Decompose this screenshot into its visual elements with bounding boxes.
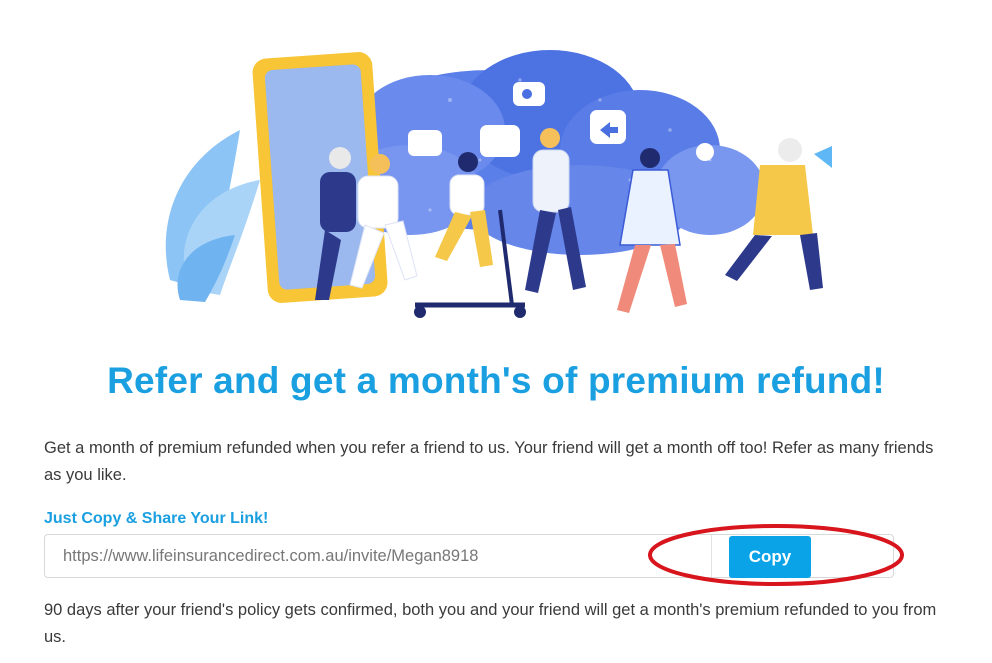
leaves-decoration — [165, 130, 260, 302]
referral-description: Get a month of premium refunded when you… — [44, 439, 934, 484]
page-title: Refer and get a month's of premium refun… — [107, 360, 885, 401]
copy-button[interactable]: Copy — [729, 536, 811, 578]
refund-note: 90 days after your friend's policy gets … — [44, 601, 937, 646]
invite-link-group: Copy — [44, 534, 894, 578]
invite-link-input[interactable] — [45, 535, 710, 577]
share-link-label: Just Copy & Share Your Link! — [44, 510, 269, 527]
hero-illustration — [165, 50, 832, 318]
input-divider — [711, 535, 712, 577]
